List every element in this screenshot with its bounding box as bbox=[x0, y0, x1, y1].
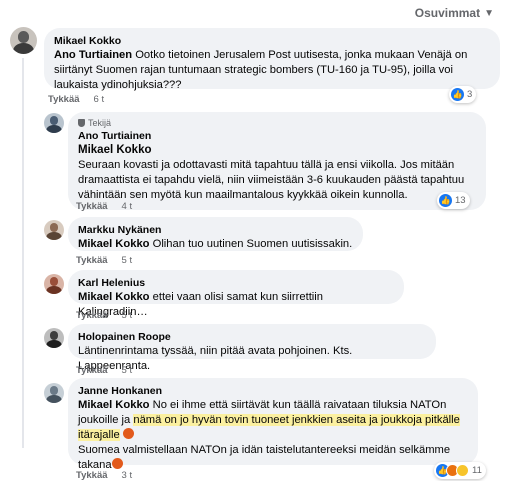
comment-bubble: Janne Honkanen Mikael Kokko No ei ihme e… bbox=[68, 378, 478, 471]
comment-body: Suomea valmistellaan NATOn ja idän taist… bbox=[78, 444, 451, 471]
comment-bubble: Mikael Kokko Ano Turtiainen Ootko tietoi… bbox=[44, 28, 500, 91]
comment-text: Mikael Kokko Olihan tuo uutinen Suomen u… bbox=[78, 237, 353, 252]
like-button[interactable]: Tykkää bbox=[76, 470, 108, 481]
comment-bubble: Tekijä Ano Turtiainen Mikael Kokko Seura… bbox=[68, 112, 486, 210]
reaction-number: 3 bbox=[467, 89, 473, 100]
comment-text: Mikael Kokko Seuraan kovasti ja odottava… bbox=[78, 143, 476, 203]
comment-bubble: Karl Helenius Mikael Kokko ettei vaan ol… bbox=[68, 270, 404, 318]
comment-body: Olihan tuo uutinen Suomen uutisissakin. bbox=[149, 238, 353, 250]
comment-author[interactable]: Ano Turtiainen bbox=[78, 129, 476, 143]
like-button[interactable]: Tykkää bbox=[48, 94, 80, 105]
comment-time[interactable]: 5 t bbox=[122, 365, 133, 376]
avatar[interactable] bbox=[44, 328, 64, 348]
reaction-count[interactable]: 👍 11 bbox=[434, 462, 486, 479]
comment-author[interactable]: Janne Honkanen bbox=[78, 384, 468, 398]
wow-reaction-icon bbox=[456, 464, 469, 477]
comment-actions: Tykkää 3 t bbox=[76, 470, 132, 481]
angry-emoji-icon bbox=[122, 428, 134, 439]
like-button[interactable]: Tykkää bbox=[76, 310, 108, 321]
comment-author[interactable]: Holopainen Roope bbox=[78, 330, 426, 344]
comment-author[interactable]: Mikael Kokko bbox=[54, 34, 490, 48]
comment-actions: Tykkää 6 t bbox=[48, 94, 104, 105]
comment-time[interactable]: 5 t bbox=[122, 255, 133, 266]
like-reaction-icon: 👍 bbox=[451, 88, 464, 101]
comment-text: Ano Turtiainen Ootko tietoinen Jerusalem… bbox=[54, 48, 490, 93]
like-reaction-icon: 👍 bbox=[439, 194, 452, 207]
reaction-count[interactable]: 👍 3 bbox=[449, 86, 477, 103]
comment-time[interactable]: 6 t bbox=[94, 94, 105, 105]
mention-tag[interactable]: Mikael Kokko bbox=[78, 143, 476, 158]
comment-actions: Tykkää 5 t bbox=[76, 310, 132, 321]
like-button[interactable]: Tykkää bbox=[76, 365, 108, 376]
avatar[interactable] bbox=[44, 274, 64, 294]
highlighted-text: nämä on jo hyvän tovin tuoneet jenkkien … bbox=[78, 414, 460, 441]
sort-dropdown[interactable]: Osuvimmat ▼ bbox=[415, 6, 494, 20]
avatar[interactable] bbox=[44, 383, 64, 403]
avatar[interactable] bbox=[44, 220, 64, 240]
angry-emoji-icon bbox=[111, 458, 123, 469]
like-button[interactable]: Tykkää bbox=[76, 255, 108, 266]
avatar[interactable] bbox=[10, 27, 37, 54]
sort-label: Osuvimmat bbox=[414, 6, 481, 20]
comment-time[interactable]: 4 t bbox=[122, 201, 133, 212]
comment-time[interactable]: 3 t bbox=[122, 470, 133, 481]
mention-tag[interactable]: Ano Turtiainen bbox=[54, 49, 132, 61]
reaction-count[interactable]: 👍 13 bbox=[437, 192, 470, 209]
thread-line bbox=[22, 58, 24, 448]
comment-author[interactable]: Karl Helenius bbox=[78, 276, 394, 290]
chevron-down-icon: ▼ bbox=[484, 7, 494, 19]
comment-bubble: Holopainen Roope Länt­inenrintama tyssää… bbox=[68, 324, 436, 372]
mention-tag[interactable]: Mikael Kokko bbox=[78, 238, 150, 250]
like-button[interactable]: Tykkää bbox=[76, 201, 108, 212]
comment-author[interactable]: Markku Nykänen bbox=[78, 223, 353, 237]
comment-text: Mikael Kokko No ei ihme että siirtävät k… bbox=[78, 398, 468, 443]
shield-icon bbox=[78, 119, 85, 127]
comment-text: Suomea valmistellaan NATOn ja idän taist… bbox=[78, 443, 468, 473]
comment-bubble: Markku Nykänen Mikael Kokko Olihan tuo u… bbox=[68, 217, 363, 251]
author-badge: Tekijä bbox=[78, 118, 476, 128]
comment-actions: Tykkää 5 t bbox=[76, 365, 132, 376]
reaction-number: 13 bbox=[455, 195, 466, 206]
comment-time[interactable]: 5 t bbox=[122, 310, 133, 321]
comment-actions: Tykkää 5 t bbox=[76, 255, 132, 266]
reaction-number: 11 bbox=[472, 465, 482, 476]
mention-tag[interactable]: Mikael Kokko bbox=[78, 291, 150, 303]
comment-body: Seuraan kovasti ja odottavasti mitä tapa… bbox=[78, 159, 465, 201]
mention-tag[interactable]: Mikael Kokko bbox=[78, 399, 150, 411]
comment-actions: Tykkää 4 t bbox=[76, 201, 132, 212]
avatar[interactable] bbox=[44, 113, 64, 133]
author-badge-label: Tekijä bbox=[88, 118, 112, 128]
